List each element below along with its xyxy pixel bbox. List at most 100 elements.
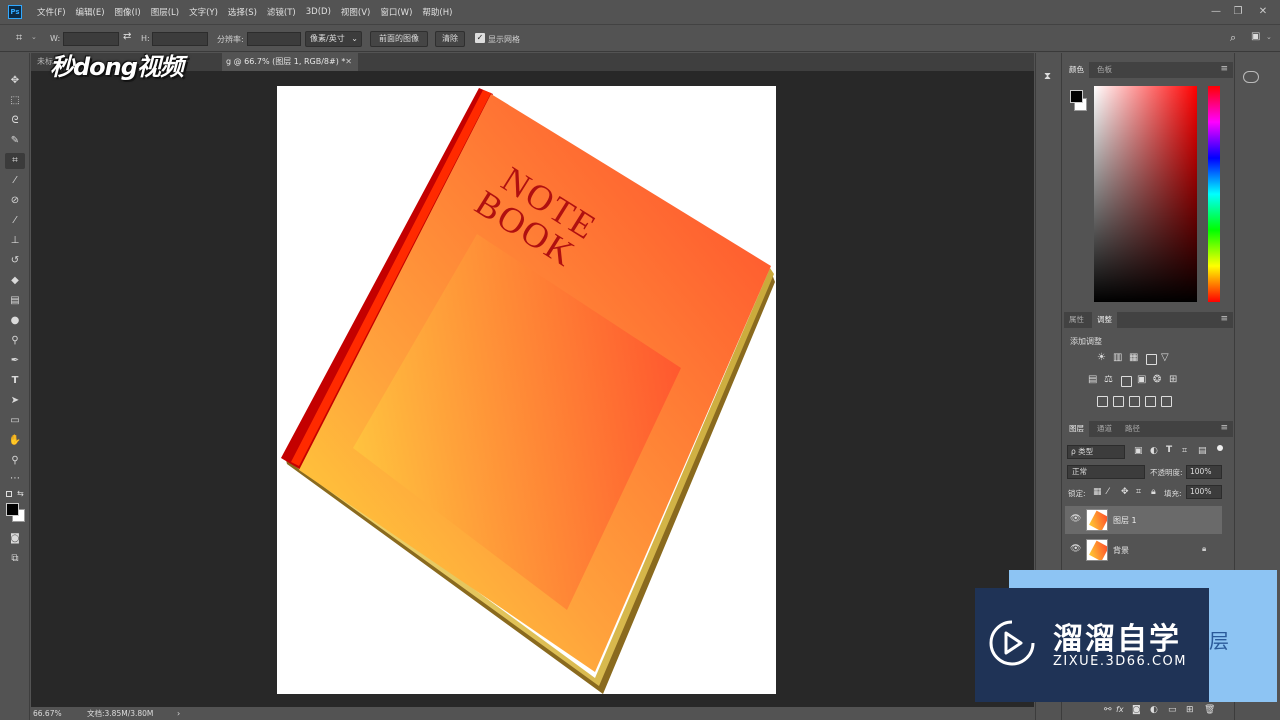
- tab-adjustments[interactable]: 调整: [1092, 312, 1117, 328]
- dodge-tool-icon[interactable]: ⚲: [5, 333, 25, 349]
- invert-icon[interactable]: [1097, 396, 1108, 407]
- crop-tool-icon[interactable]: ⌗: [5, 153, 25, 169]
- chevron-right-icon[interactable]: ›: [177, 707, 180, 720]
- restore-icon[interactable]: ❐: [1228, 3, 1248, 21]
- eraser-tool-icon[interactable]: ◆: [5, 273, 25, 289]
- document-tab-active[interactable]: g @ 66.7% (图层 1, RGB/8#) * ✕: [222, 53, 358, 71]
- show-grid-checkbox[interactable]: ✓: [475, 33, 485, 43]
- layer-row[interactable]: 👁︎ 背景 🔒︎: [1065, 536, 1222, 564]
- add-mask-icon[interactable]: ◙: [1132, 705, 1141, 715]
- lock-all-icon[interactable]: 🔒︎: [1151, 487, 1156, 497]
- filter-pixel-icon[interactable]: ▣: [1134, 446, 1143, 456]
- threshold-icon[interactable]: [1129, 396, 1140, 407]
- gradient-tool-icon[interactable]: ▤: [5, 293, 25, 309]
- screen-mode-icon[interactable]: ⧉: [5, 551, 25, 567]
- document-canvas[interactable]: NOTE BOOK: [277, 86, 776, 694]
- menu-edit[interactable]: 编辑(E): [71, 6, 110, 18]
- width-input[interactable]: [63, 32, 119, 46]
- layer-name[interactable]: 图层 1: [1113, 515, 1137, 526]
- color-lookup-icon[interactable]: ⊞: [1169, 374, 1177, 385]
- history-panel-icon[interactable]: ⧗: [1044, 71, 1051, 82]
- menu-layer[interactable]: 图层(L): [146, 6, 184, 18]
- color-field[interactable]: [1094, 86, 1197, 302]
- zoom-tool-icon[interactable]: ⚲: [5, 453, 25, 469]
- tab-swatches[interactable]: 色板: [1092, 62, 1117, 78]
- fx-icon[interactable]: fx: [1116, 705, 1124, 714]
- blend-mode-select[interactable]: 正常: [1067, 465, 1145, 479]
- unit-select[interactable]: 像素/英寸 ⌄: [305, 31, 362, 47]
- clear-button[interactable]: 清除: [435, 31, 465, 47]
- layer-filter-select[interactable]: ρ 类型: [1067, 445, 1125, 459]
- eyedropper-tool-icon[interactable]: ⁄: [5, 173, 25, 189]
- filter-shape-icon[interactable]: ⌗: [1182, 446, 1187, 456]
- gradient-map-icon[interactable]: [1145, 396, 1156, 407]
- cloud-library-icon[interactable]: [1243, 71, 1259, 83]
- menu-3d[interactable]: 3D(D): [301, 7, 336, 17]
- tab-layers[interactable]: 图层: [1064, 421, 1089, 437]
- marquee-tool-icon[interactable]: ⬚: [5, 93, 25, 109]
- resolution-input[interactable]: [247, 32, 301, 46]
- foreground-color-swatch[interactable]: [6, 503, 19, 516]
- path-select-tool-icon[interactable]: ➤: [5, 393, 25, 409]
- vibrance-icon[interactable]: ▽: [1161, 352, 1169, 363]
- layer-name[interactable]: 背景: [1113, 545, 1129, 556]
- menu-window[interactable]: 窗口(W): [375, 6, 417, 18]
- workspace-icon[interactable]: ▣: [1251, 31, 1260, 42]
- rectangle-tool-icon[interactable]: ▭: [5, 413, 25, 429]
- hue-saturation-icon[interactable]: ▤: [1088, 374, 1097, 385]
- swap-colors-icon[interactable]: ⇆: [17, 489, 24, 498]
- menu-help[interactable]: 帮助(H): [417, 6, 457, 18]
- default-colors-icon[interactable]: [6, 491, 12, 497]
- lock-position-icon[interactable]: ✥: [1121, 487, 1129, 497]
- new-adjustment-icon[interactable]: ◐: [1150, 705, 1158, 715]
- zoom-level[interactable]: 66.67%: [33, 707, 62, 720]
- history-brush-tool-icon[interactable]: ↺: [5, 253, 25, 269]
- tab-channels[interactable]: 通道: [1092, 421, 1117, 437]
- filter-adjust-icon[interactable]: ◐: [1150, 446, 1158, 456]
- curves-icon[interactable]: ▦: [1129, 352, 1138, 363]
- hue-slider[interactable]: [1208, 86, 1220, 302]
- trash-icon[interactable]: 🗑︎: [1204, 705, 1215, 715]
- channel-mixer-icon[interactable]: ❂: [1153, 374, 1161, 385]
- panel-menu-icon[interactable]: ≡: [1220, 64, 1228, 74]
- exposure-icon[interactable]: [1146, 354, 1157, 365]
- black-white-icon[interactable]: [1121, 376, 1132, 387]
- menu-file[interactable]: 文件(F): [32, 6, 71, 18]
- color-balance-icon[interactable]: ⚖: [1104, 374, 1113, 385]
- filter-type-icon[interactable]: T: [1166, 445, 1172, 455]
- link-layers-icon[interactable]: ⚯: [1104, 705, 1112, 715]
- move-tool-icon[interactable]: ✥: [5, 73, 25, 89]
- lock-pixels-icon[interactable]: ⁄: [1107, 487, 1109, 497]
- pen-tool-icon[interactable]: ✒: [5, 353, 25, 369]
- type-tool-icon[interactable]: T: [5, 373, 25, 389]
- photo-filter-icon[interactable]: ▣: [1137, 374, 1146, 385]
- front-image-button[interactable]: 前面的图像: [370, 31, 428, 47]
- close-icon[interactable]: ✕: [1253, 3, 1273, 21]
- menu-type[interactable]: 文字(Y): [184, 6, 223, 18]
- quick-select-tool-icon[interactable]: ✎: [5, 133, 25, 149]
- swap-icon[interactable]: ⇄: [123, 31, 131, 42]
- chevron-down-icon[interactable]: ⌄: [1266, 33, 1272, 41]
- foreground-swatch[interactable]: [1070, 90, 1083, 103]
- tab-paths[interactable]: 路径: [1120, 421, 1145, 437]
- minimize-icon[interactable]: —: [1206, 3, 1226, 21]
- selective-color-icon[interactable]: [1161, 396, 1172, 407]
- brightness-icon[interactable]: ☀: [1097, 352, 1106, 363]
- brush-tool-icon[interactable]: ⁄: [5, 213, 25, 229]
- lock-transparency-icon[interactable]: ▦: [1093, 487, 1102, 497]
- crop-tool-icon[interactable]: ⌗: [16, 31, 22, 45]
- opacity-input[interactable]: 100%: [1186, 465, 1222, 479]
- posterize-icon[interactable]: [1113, 396, 1124, 407]
- tab-properties[interactable]: 属性: [1064, 312, 1089, 328]
- fill-input[interactable]: 100%: [1186, 485, 1222, 499]
- lock-artboard-icon[interactable]: ⌗: [1136, 487, 1141, 497]
- layer-row[interactable]: 👁︎ 图层 1: [1065, 506, 1222, 534]
- filter-toggle-icon[interactable]: [1217, 445, 1223, 451]
- blur-tool-icon[interactable]: ●: [5, 313, 25, 329]
- visibility-eye-icon[interactable]: 👁︎: [1070, 544, 1081, 554]
- search-icon[interactable]: ⌕: [1230, 31, 1236, 45]
- levels-icon[interactable]: ▥: [1113, 352, 1122, 363]
- chevron-down-icon[interactable]: ⌄: [31, 33, 37, 41]
- panel-menu-icon[interactable]: ≡: [1220, 314, 1228, 324]
- more-tools-icon[interactable]: ⋯: [5, 471, 25, 487]
